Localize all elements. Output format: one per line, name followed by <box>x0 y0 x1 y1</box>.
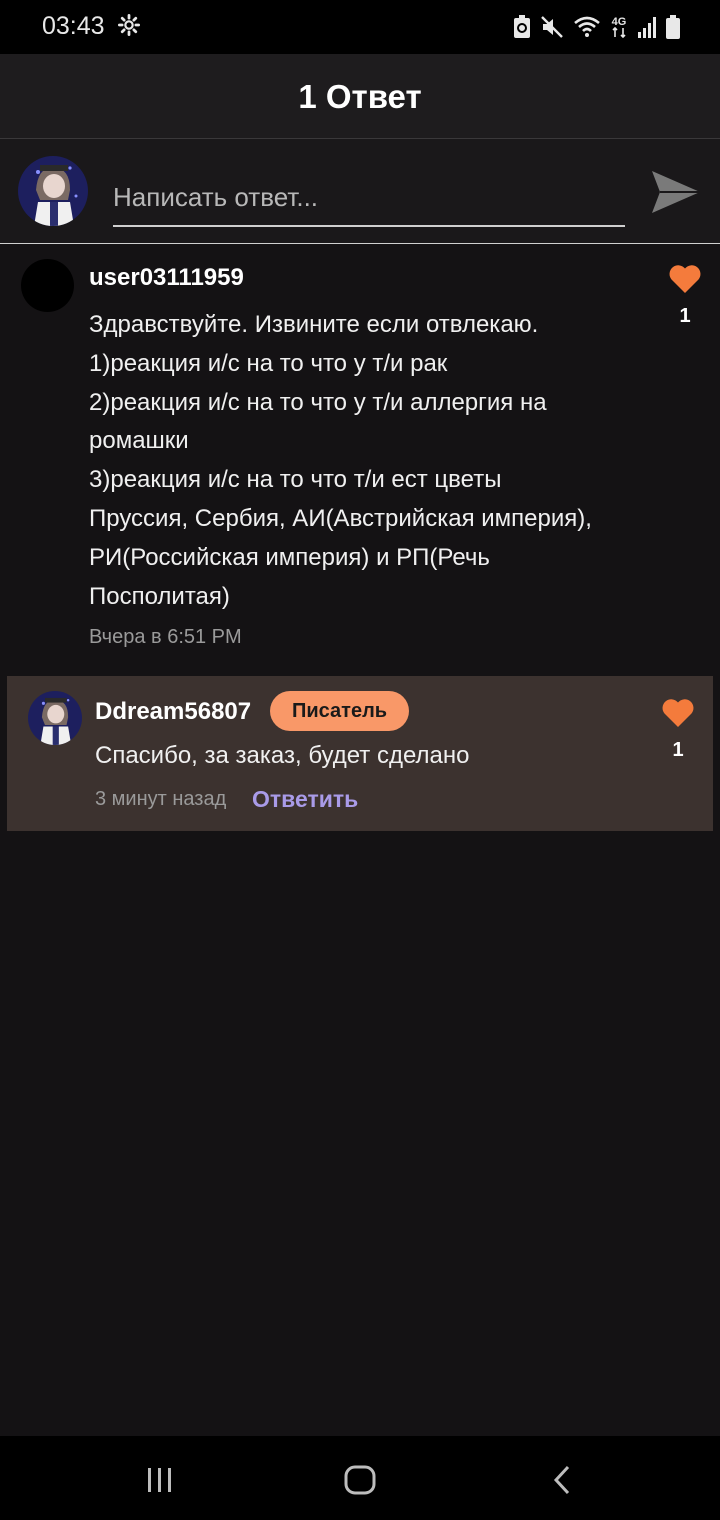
reply-username[interactable]: Ddream56807 <box>95 698 251 726</box>
network-type-icon: 4G <box>612 16 627 39</box>
page-title: 1 Ответ <box>298 78 422 115</box>
home-icon <box>344 1465 376 1495</box>
avatar[interactable] <box>21 259 74 312</box>
page-header: 1 Ответ <box>0 54 720 139</box>
reply-button[interactable]: Ответить <box>252 786 358 813</box>
like-button[interactable]: 1 <box>666 264 704 328</box>
comment-line: Посполитая) <box>89 582 230 610</box>
home-button[interactable] <box>330 1462 390 1498</box>
back-icon <box>553 1465 570 1495</box>
like-count: 1 <box>672 739 684 761</box>
comment-line: 2)реакция и/с на то что у т/и аллергия н… <box>89 388 547 416</box>
navigation-bar <box>0 1436 720 1520</box>
reply-text: Спасибо, за заказ, будет сделано <box>95 742 470 769</box>
comment-line: ромашки <box>89 427 189 455</box>
avatar[interactable] <box>28 691 82 745</box>
comment-text: Здравствуйте. Извините если отвлекаю. 1)… <box>89 306 629 616</box>
status-time: 03:43 <box>42 12 105 40</box>
recent-apps-button[interactable] <box>130 1462 190 1498</box>
reply-bar <box>0 139 720 244</box>
battery-icon <box>666 15 680 39</box>
reply-timestamp: 3 минут назад <box>95 788 227 810</box>
status-bar: 03:43 4G <box>0 0 720 54</box>
avatar-image <box>28 691 82 745</box>
network-label: 4G <box>612 16 627 28</box>
comment-line: Пруссия, Сербия, АИ(Австрийская империя)… <box>89 504 592 532</box>
signal-icon <box>638 17 656 38</box>
reply-input[interactable] <box>113 169 625 227</box>
reply-item: Ddream56807 Писатель Спасибо, за заказ, … <box>7 676 713 831</box>
comment-line: 3)реакция и/с на то что т/и ест цветы <box>89 466 502 494</box>
battery-saver-icon <box>514 15 530 38</box>
heart-icon <box>669 265 701 293</box>
comment-line: РИ(Российская империя) и РП(Речь <box>89 543 490 571</box>
like-button[interactable]: 1 <box>659 698 697 762</box>
like-count: 1 <box>679 305 691 327</box>
back-button[interactable] <box>532 1462 592 1498</box>
status-icons: 4G <box>513 14 680 40</box>
comment-timestamp: Вчера в 6:51 PM <box>89 626 242 648</box>
heart-icon <box>662 699 694 727</box>
avatar[interactable] <box>18 156 88 226</box>
gear-icon <box>118 14 140 36</box>
avatar-image <box>18 156 88 226</box>
comment-username[interactable]: user03111959 <box>89 264 244 292</box>
send-icon[interactable] <box>650 167 702 217</box>
recent-apps-icon <box>148 1468 171 1492</box>
comment: user03111959 Здравствуйте. Извините если… <box>0 244 720 664</box>
comment-line: 1)реакция и/с на то что у т/и рак <box>89 349 448 377</box>
writer-badge: Писатель <box>270 691 410 731</box>
mute-icon <box>541 16 563 38</box>
comment-line: Здравствуйте. Извините если отвлекаю. <box>89 311 539 338</box>
wifi-icon <box>574 16 600 37</box>
